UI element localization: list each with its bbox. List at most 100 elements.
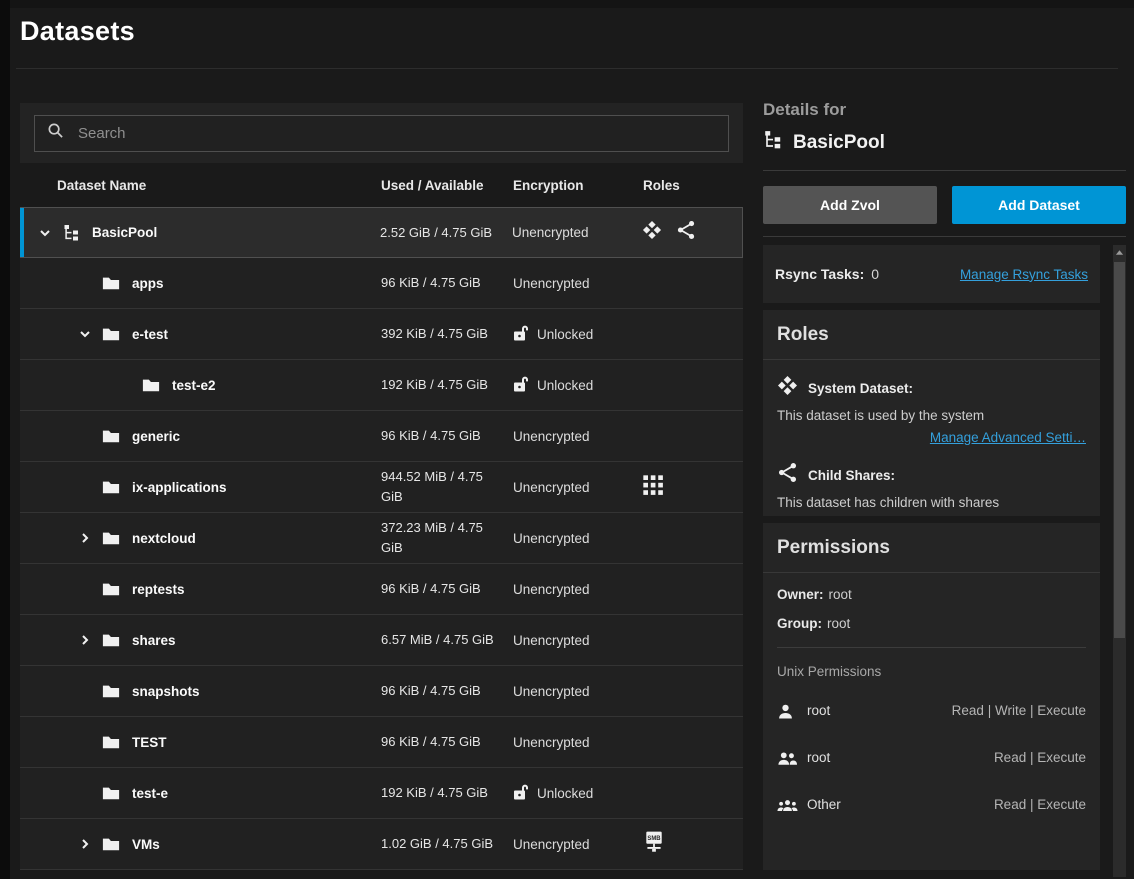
- encryption-cell: Unencrypted: [513, 633, 643, 648]
- expand-toggle[interactable]: [78, 531, 102, 545]
- details-panel: Details for BasicPool Add Zvol Add Datas…: [763, 96, 1126, 877]
- dataset-name-label: snapshots: [132, 684, 200, 699]
- manage-advanced-settings-link[interactable]: Manage Advanced Setti…: [930, 430, 1086, 445]
- scrollbar-up-arrow[interactable]: [1113, 245, 1126, 260]
- dataset-name-label: TEST: [132, 735, 167, 750]
- details-divider: [763, 170, 1126, 171]
- pool-icon: [763, 131, 783, 149]
- permission-entity-name: root: [807, 703, 830, 718]
- folder-icon: [102, 428, 128, 444]
- dataset-name-label: nextcloud: [132, 531, 196, 546]
- table-row-reptests[interactable]: reptests96 KiB / 4.75 GiBUnencrypted: [20, 564, 743, 615]
- details-scrollbar[interactable]: [1113, 245, 1126, 877]
- folder-icon: [102, 734, 128, 750]
- system-dataset-icon[interactable]: [642, 220, 662, 245]
- encryption-cell: Unlocked: [513, 324, 643, 344]
- dataset-name-label: VMs: [132, 837, 160, 852]
- table-body: BasicPool2.52 GiB / 4.75 GiBUnencrypteda…: [20, 207, 743, 870]
- datasets-page: Datasets Dataset NameUsed / AvailableEnc…: [0, 0, 1134, 879]
- rsync-tasks-label: Rsync Tasks:: [775, 266, 864, 282]
- folder-icon: [102, 632, 128, 648]
- encryption-label: Unencrypted: [513, 531, 590, 546]
- roles-cell: [642, 220, 742, 245]
- chevron-right-icon: [78, 837, 92, 851]
- group-row: Group:root: [777, 616, 1086, 631]
- permission-entity-name: root: [807, 750, 830, 765]
- expand-toggle[interactable]: [78, 327, 102, 341]
- manage-rsync-tasks-link[interactable]: Manage Rsync Tasks: [960, 267, 1088, 282]
- share-icon[interactable]: [676, 220, 696, 245]
- scrollbar-thumb[interactable]: [1114, 262, 1125, 638]
- dataset-name-label: test-e2: [172, 378, 216, 393]
- expand-toggle[interactable]: [38, 226, 62, 240]
- details-dataset: BasicPool: [763, 131, 1126, 154]
- lock-open-icon[interactable]: [513, 375, 529, 395]
- encryption-label: Unencrypted: [513, 276, 590, 291]
- encryption-cell: Unencrypted: [513, 684, 643, 699]
- groups-icon: [777, 797, 798, 813]
- role-label: Child Shares:: [808, 468, 895, 483]
- folder-icon: [102, 632, 120, 648]
- encryption-cell: Unencrypted: [513, 837, 643, 852]
- table-row-ix-applications[interactable]: ix-applications944.52 MiB / 4.75 GiBUnen…: [20, 462, 743, 513]
- used-available-value: 96 KiB / 4.75 GiB: [381, 273, 513, 293]
- table-row-apps[interactable]: apps 96 KiB / 4.75 GiBUnencrypted: [20, 258, 743, 309]
- expand-toggle[interactable]: [78, 633, 102, 647]
- table-row-vms[interactable]: VMs1.02 GiB / 4.75 GiBUnencryptedSMB: [20, 819, 743, 870]
- table-row-nextcloud[interactable]: nextcloud 372.23 MiB / 4.75 GiBUnencrypte…: [20, 513, 743, 564]
- roles-card: Roles System Dataset:This dataset is use…: [763, 310, 1100, 516]
- table-row-test[interactable]: TEST96 KiB / 4.75 GiBUnencrypted: [20, 717, 743, 768]
- dataset-name-label: e-test: [132, 327, 168, 342]
- share-icon: [676, 220, 696, 240]
- used-available-value: 192 KiB / 4.75 GiB: [381, 375, 513, 395]
- folder-icon: [102, 530, 128, 546]
- lock-open-icon[interactable]: [513, 324, 529, 344]
- table-row-snapshots[interactable]: snapshots96 KiB / 4.75 GiBUnencrypted: [20, 666, 743, 717]
- used-available-value: 944.52 MiB / 4.75 GiB: [381, 467, 513, 507]
- encryption-label: Unlocked: [537, 378, 593, 393]
- role-label: System Dataset:: [808, 381, 913, 396]
- permission-entity-name: Other: [807, 797, 841, 812]
- smb-share-icon[interactable]: SMB: [643, 831, 665, 857]
- table-row-basicpool[interactable]: BasicPool2.52 GiB / 4.75 GiBUnencrypted: [20, 207, 743, 258]
- encryption-cell: Unencrypted: [513, 582, 643, 597]
- column-header-roles: Roles: [643, 178, 743, 193]
- folder-icon: [102, 275, 120, 291]
- dataset-name-label: test-e: [132, 786, 168, 801]
- role-item: System Dataset:This dataset is used by t…: [777, 375, 1086, 447]
- expand-toggle[interactable]: [78, 837, 102, 851]
- add-zvol-button[interactable]: Add Zvol: [763, 186, 937, 224]
- encryption-cell: Unlocked: [513, 783, 643, 803]
- search-input[interactable]: [76, 124, 716, 143]
- table-row-test-e2[interactable]: test-e2 192 KiB / 4.75 GiB Unlocked: [20, 360, 743, 411]
- owner-value: root: [829, 587, 852, 602]
- dataset-name-label: generic: [132, 429, 180, 444]
- search-icon: [47, 122, 64, 144]
- add-dataset-button[interactable]: Add Dataset: [952, 186, 1126, 224]
- share-icon: [777, 462, 798, 483]
- table-row-generic[interactable]: generic96 KiB / 4.75 GiBUnencrypted: [20, 411, 743, 462]
- groups-icon: [777, 797, 807, 813]
- table-row-shares[interactable]: shares6.57 MiB / 4.75 GiBUnencrypted: [20, 615, 743, 666]
- roles-card-title: Roles: [777, 324, 1086, 346]
- apps-grid-icon[interactable]: [643, 475, 663, 500]
- permissions-card: Permissions Owner:root Group:root Unix P…: [763, 523, 1100, 870]
- table-header: Dataset NameUsed / AvailableEncryptionRo…: [20, 163, 743, 207]
- unix-permission-row: OtherRead | Execute: [777, 781, 1086, 828]
- table-row-e-test[interactable]: e-test 392 KiB / 4.75 GiBUnlocked: [20, 309, 743, 360]
- search-box[interactable]: [34, 115, 729, 152]
- dataset-name-label: shares: [132, 633, 176, 648]
- encryption-cell: Unlocked: [513, 375, 643, 395]
- dataset-name-label: apps: [132, 276, 164, 291]
- lock-open-icon[interactable]: [513, 783, 529, 803]
- table-row-test-e[interactable]: test-e 192 KiB / 4.75 GiBUnlocked: [20, 768, 743, 819]
- encryption-label: Unencrypted: [513, 633, 590, 648]
- role-description: This dataset has children with shares: [777, 495, 1086, 510]
- used-available-value: 392 KiB / 4.75 GiB: [381, 324, 513, 344]
- encryption-cell: Unencrypted: [513, 276, 643, 291]
- folder-icon: [102, 428, 120, 444]
- used-available-value: 372.23 MiB / 4.75 GiB: [381, 518, 513, 558]
- used-available-value: 192 KiB / 4.75 GiB: [381, 783, 513, 803]
- details-heading: Details for: [763, 100, 1126, 120]
- folder-icon: [102, 683, 128, 699]
